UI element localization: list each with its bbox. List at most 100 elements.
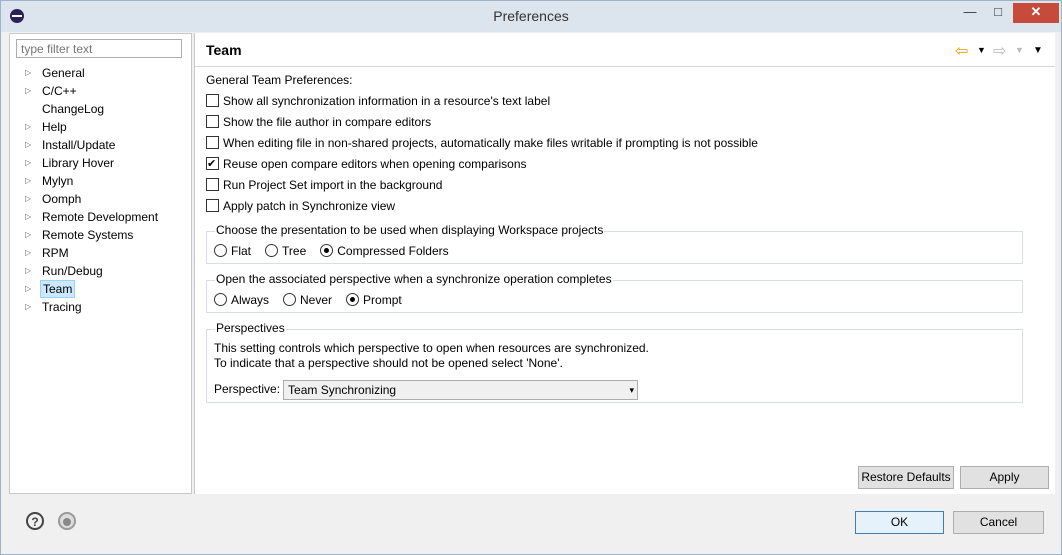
radio-option[interactable]: Tree <box>265 244 306 258</box>
radio-option[interactable]: Prompt <box>346 293 402 307</box>
perspectives-group: Perspectives This setting controls which… <box>206 321 1023 403</box>
perspective-open-group-title: Open the associated perspective when a s… <box>215 272 613 286</box>
radio-button[interactable] <box>346 293 360 306</box>
perspective-open-group: Open the associated perspective when a s… <box>206 272 1023 313</box>
header-separator <box>195 66 1055 67</box>
checkbox-label: Apply patch in Synchronize view <box>223 199 396 213</box>
title-bar: Preferences — □ ✕ <box>1 1 1061 32</box>
filter-input[interactable] <box>16 39 182 58</box>
perspective-open-radios: Always Never Prompt <box>214 293 416 307</box>
checkbox-row[interactable]: Run Project Set import in the background <box>206 176 442 194</box>
checkbox-row[interactable]: Reuse open compare editors when opening … <box>206 155 527 173</box>
radio-label: Never <box>300 293 333 307</box>
tree-item-label: Mylyn <box>42 174 74 188</box>
tree-item-label: Remote Systems <box>42 228 134 242</box>
checkbox-label: Reuse open compare editors when opening … <box>223 157 527 171</box>
expand-arrow-icon[interactable]: ▷ <box>25 172 31 190</box>
radio-button[interactable] <box>214 244 227 257</box>
ok-button[interactable]: OK <box>855 511 944 534</box>
record-dot <box>63 518 71 526</box>
radio-button[interactable] <box>283 293 297 306</box>
expand-arrow-icon[interactable]: ▷ <box>25 262 31 280</box>
checkbox[interactable] <box>206 94 219 107</box>
expand-arrow-icon[interactable]: ▷ <box>25 136 31 154</box>
tree-item-label: Library Hover <box>42 156 115 170</box>
radio-button[interactable] <box>214 293 227 306</box>
tree-item-label: Run/Debug <box>42 264 103 278</box>
expand-arrow-icon[interactable]: ▷ <box>25 280 31 298</box>
checkbox-row[interactable]: When editing file in non-shared projects… <box>206 134 758 152</box>
preferences-window: Preferences — □ ✕ ▷ General ▷ C/C++ ChangeLo… <box>0 0 1062 555</box>
expand-arrow-icon[interactable]: ▷ <box>25 244 31 262</box>
checkbox[interactable] <box>206 155 219 173</box>
tree-item-label: Tracing <box>42 300 82 314</box>
radio-label: Prompt <box>363 293 402 307</box>
close-button[interactable]: ✕ <box>1013 3 1059 23</box>
forward-arrow-icon[interactable]: ⇨ <box>993 41 1006 61</box>
expand-arrow-icon[interactable]: ▷ <box>25 118 31 136</box>
checkbox[interactable] <box>206 136 219 149</box>
tree-item-label: Oomph <box>42 192 82 206</box>
tree-item-label: RPM <box>42 246 69 260</box>
tree-item-label: Remote Development <box>42 210 159 224</box>
radio-button[interactable] <box>320 244 334 257</box>
checkbox-label: Show the file author in compare editors <box>223 115 432 129</box>
cancel-button[interactable]: Cancel <box>953 511 1044 534</box>
expand-arrow-icon[interactable]: ▷ <box>25 226 31 244</box>
radio-option[interactable]: Flat <box>214 244 251 258</box>
checkbox-row[interactable]: Apply patch in Synchronize view <box>206 197 395 215</box>
back-arrow-icon[interactable]: ⇦ <box>955 41 968 61</box>
checkbox[interactable] <box>206 199 219 212</box>
expand-arrow-icon[interactable]: ▷ <box>25 64 31 82</box>
checkbox-label: Show all synchronization information in … <box>223 94 551 108</box>
apply-button[interactable]: Apply <box>960 466 1049 489</box>
presentation-group: Choose the presentation to be used when … <box>206 223 1023 264</box>
maximize-button[interactable]: □ <box>985 3 1011 23</box>
radio-label: Always <box>231 293 270 307</box>
window-title: Preferences <box>493 8 569 24</box>
expand-arrow-icon[interactable]: ▷ <box>25 208 31 226</box>
preference-tree-panel: ▷ General ▷ C/C++ ChangeLog ▷ Help ▷ Install/Upd… <box>9 33 192 494</box>
perspective-combo[interactable]: Team Synchronizing ▾ <box>283 380 639 400</box>
expand-arrow-icon[interactable]: ▷ <box>25 190 31 208</box>
radio-label: Compressed Folders <box>337 244 449 258</box>
tree-item-label: ChangeLog <box>42 102 105 116</box>
radio-label: Tree <box>282 244 307 258</box>
view-menu-icon[interactable]: ▼ <box>1033 45 1043 56</box>
presentation-radios: Flat Tree Compressed Folders <box>214 244 463 258</box>
preference-page: Team ⇦ ▼ ⇨ ▼ ▼ General Team Preferences:… <box>194 33 1055 494</box>
checkbox-row[interactable]: Show all synchronization information in … <box>206 92 550 110</box>
radio-button[interactable] <box>265 244 279 257</box>
tree-item-label: General <box>42 66 85 80</box>
radio-label: Flat <box>231 244 252 258</box>
page-title: Team <box>206 42 242 58</box>
general-team-label: General Team Preferences: <box>206 73 353 87</box>
checkbox[interactable] <box>206 178 219 191</box>
tree-item-label: Help <box>42 120 67 134</box>
checkbox-label: Run Project Set import in the background <box>223 178 443 192</box>
checkbox[interactable] <box>206 115 219 128</box>
radio-option[interactable]: Always <box>214 293 269 307</box>
checkbox-row[interactable]: Show the file author in compare editors <box>206 113 431 131</box>
help-icon[interactable]: ? <box>26 512 44 530</box>
perspective-label: Perspective: <box>214 382 281 397</box>
forward-dropdown-icon[interactable]: ▼ <box>1015 45 1024 55</box>
chevron-down-icon: ▾ <box>629 385 635 395</box>
minimize-button[interactable]: — <box>956 3 984 23</box>
expand-arrow-icon[interactable]: ▷ <box>25 82 31 100</box>
radio-option[interactable]: Never <box>283 293 332 307</box>
back-dropdown-icon[interactable]: ▼ <box>977 45 986 55</box>
radio-option[interactable]: Compressed Folders <box>320 244 449 258</box>
perspectives-group-title: Perspectives <box>215 321 286 335</box>
tree-item-label: C/C++ <box>42 84 77 98</box>
checkbox-label: When editing file in non-shared projects… <box>223 136 758 150</box>
perspectives-description-2: To indicate that a perspective should no… <box>214 356 563 370</box>
expand-arrow-icon[interactable]: ▷ <box>25 154 31 172</box>
perspective-combo-value: Team Synchronizing <box>288 383 397 397</box>
presentation-group-title: Choose the presentation to be used when … <box>215 223 605 237</box>
record-icon[interactable] <box>58 512 76 530</box>
perspective-row: Perspective: Team Synchronizing ▾ <box>214 380 639 400</box>
restore-defaults-button[interactable]: Restore Defaults <box>858 466 954 489</box>
expand-arrow-icon[interactable]: ▷ <box>25 298 31 316</box>
tree-item-label: Install/Update <box>42 138 116 152</box>
